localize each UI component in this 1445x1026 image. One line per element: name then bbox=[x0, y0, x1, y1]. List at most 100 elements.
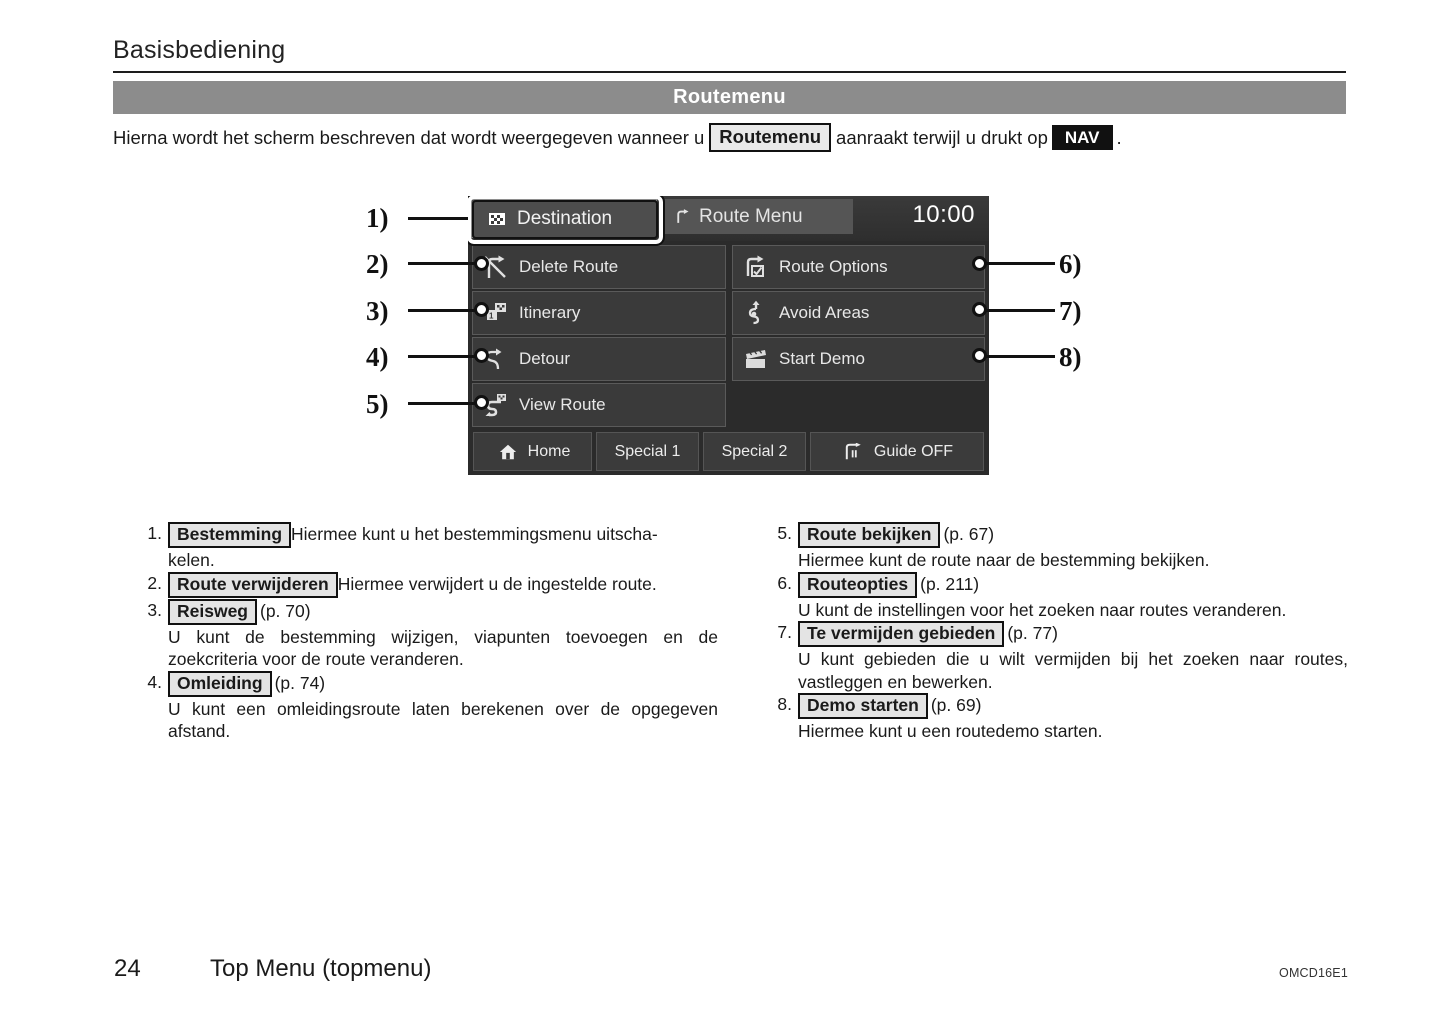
nav-tile-itinerary[interactable]: 1 Itinerary bbox=[472, 291, 726, 335]
callout-7-number: 7) bbox=[1059, 296, 1082, 326]
list-item-number: 4. bbox=[147, 671, 162, 692]
button-reference: Reisweg bbox=[168, 598, 257, 625]
nav-tile-label: Itinerary bbox=[519, 303, 581, 322]
list-item-body: U kunt de bestemming wijzigen, viapunten… bbox=[168, 626, 718, 670]
button-reference: Demo starten bbox=[798, 693, 928, 719]
list-item-body: Hiermee kunt u een routedemo starten. bbox=[798, 721, 1103, 741]
nav-button-label: Special 1 bbox=[614, 442, 681, 460]
list-item-head-tail: Hiermee verwijdert u de ingestelde route… bbox=[337, 573, 657, 594]
callout-3-line bbox=[408, 309, 478, 312]
nav-tile-delete-route[interactable]: Delete Route bbox=[472, 245, 726, 289]
nav-route-menu-label: Route Menu bbox=[699, 205, 803, 227]
list-item: 2. Route verwijderen Hiermee verwijdert u… bbox=[138, 571, 718, 598]
nav-button-guide-off[interactable]: Guide OFF bbox=[810, 432, 984, 471]
list-item-head: Route verwijderen Hiermee verwijdert u de… bbox=[168, 571, 718, 598]
home-icon bbox=[495, 439, 521, 465]
callout-8-dot bbox=[972, 348, 987, 363]
callout-2-number: 2) bbox=[366, 249, 389, 279]
list-item-head: Route bekijken (p. 67) bbox=[798, 522, 1348, 548]
page-reference: (p. 77) bbox=[1007, 623, 1058, 643]
nav-destination-tab[interactable]: Destination bbox=[468, 196, 665, 246]
intro-paragraph: Hierna wordt het scherm beschreven dat w… bbox=[113, 123, 1353, 152]
navigation-screen-illustration: Route Menu 10:00 Destination Delete Rout… bbox=[468, 196, 989, 475]
list-item-head: Reisweg (p. 70) bbox=[168, 598, 718, 625]
callout-4-line bbox=[408, 355, 478, 358]
nav-route-menu-tab[interactable]: Route Menu bbox=[663, 199, 853, 234]
list-item-number: 1. bbox=[147, 523, 162, 543]
list-item-number: 8. bbox=[777, 694, 792, 714]
svg-text:1: 1 bbox=[489, 312, 494, 321]
list-item: 1. Bestemming Hiermee kunt u het bestemmi… bbox=[138, 522, 718, 572]
key-routemenu: Routemenu bbox=[709, 123, 832, 152]
nav-tile-label: Avoid Areas bbox=[779, 303, 870, 322]
section-bar: Routemenu bbox=[113, 81, 1346, 114]
list-item: 5. Route bekijken (p. 67) Hiermee kunt de… bbox=[768, 522, 1348, 572]
nav-tile-label: View Route bbox=[519, 395, 606, 414]
intro-text-before: Hierna wordt het scherm beschreven dat w… bbox=[113, 126, 705, 148]
callout-8-number: 8) bbox=[1059, 342, 1082, 372]
key-nav: NAV bbox=[1051, 125, 1113, 150]
nav-button-special-1[interactable]: Special 1 bbox=[596, 432, 699, 471]
nav-button-label: Guide OFF bbox=[873, 442, 954, 460]
button-reference: Route verwijderen bbox=[168, 571, 338, 598]
nav-tile-label: Delete Route bbox=[519, 257, 619, 276]
button-reference: Bestemming bbox=[168, 522, 292, 548]
callout-2-dot bbox=[474, 256, 489, 271]
callout-3-dot bbox=[474, 302, 489, 317]
list-item-number: 3. bbox=[147, 599, 162, 620]
nav-button-label: Special 2 bbox=[721, 442, 788, 460]
list-item-head: Routeopties (p. 211) bbox=[798, 571, 1348, 598]
intro-text-after: . bbox=[1116, 126, 1122, 148]
list-item: 4. Omleiding (p. 74) U kunt een omleiding… bbox=[138, 670, 718, 743]
avoid-areas-icon bbox=[743, 300, 769, 326]
page-reference: (p. 69) bbox=[930, 695, 982, 715]
start-demo-icon bbox=[743, 346, 769, 372]
callout-8-line bbox=[983, 355, 1055, 358]
checkered-flag-icon bbox=[484, 206, 510, 232]
nav-tile-label: Start Demo bbox=[779, 349, 865, 368]
nav-tile-view-route[interactable]: View Route bbox=[472, 383, 726, 427]
list-item-number: 7. bbox=[777, 622, 792, 642]
nav-destination-label: Destination bbox=[517, 207, 613, 229]
nav-tile-route-options[interactable]: Route Options bbox=[732, 245, 985, 289]
nav-button-home[interactable]: Home bbox=[473, 432, 592, 471]
callout-6-number: 6) bbox=[1059, 249, 1082, 279]
callout-2-line bbox=[408, 262, 478, 265]
footer-section-name: Top Menu (topmenu) bbox=[210, 955, 432, 982]
description-list-left: 1. Bestemming Hiermee kunt u het bestemmi… bbox=[138, 522, 718, 743]
callout-6-line bbox=[983, 262, 1055, 265]
callout-7-dot bbox=[972, 302, 987, 317]
nav-button-label: Home bbox=[527, 442, 571, 460]
page-reference: (p. 211) bbox=[920, 573, 980, 594]
description-list-right: 5. Route bekijken (p. 67) Hiermee kunt de… bbox=[768, 522, 1348, 743]
list-item-number: 5. bbox=[777, 523, 792, 543]
callout-4-dot bbox=[474, 348, 489, 363]
list-item-number: 2. bbox=[147, 572, 162, 593]
list-item: 3. Reisweg (p. 70) U kunt de bestemming w… bbox=[138, 598, 718, 671]
callout-6-dot bbox=[972, 256, 987, 271]
nav-tile-label: Route Options bbox=[779, 257, 888, 276]
guide-off-icon bbox=[841, 439, 867, 465]
list-item-body: U kunt een omleidingsroute laten bereken… bbox=[168, 698, 718, 742]
callout-4-number: 4) bbox=[366, 342, 389, 372]
nav-tile-avoid-areas[interactable]: Avoid Areas bbox=[732, 291, 985, 335]
callout-1-line bbox=[408, 217, 468, 220]
list-item-body: kelen. bbox=[168, 550, 215, 570]
page-title: Basisbediening bbox=[113, 36, 286, 64]
list-item-body: Hiermee kunt de route naar de bestemming… bbox=[798, 550, 1210, 570]
callout-5-line bbox=[408, 402, 478, 405]
footer-page-number: 24 bbox=[114, 955, 141, 982]
button-reference: Routeopties bbox=[798, 571, 918, 598]
nav-tile-detour[interactable]: Detour bbox=[472, 337, 726, 381]
nav-bottom-bar: Home Special 1 Special 2 Guide OFF bbox=[468, 428, 989, 475]
list-item-body: U kunt de instellingen voor het zoeken n… bbox=[798, 599, 1287, 620]
list-item: 7. Te vermijden gebieden (p. 77) U kunt g… bbox=[768, 621, 1348, 693]
nav-button-special-2[interactable]: Special 2 bbox=[703, 432, 806, 471]
list-item-head: Demo starten (p. 69) bbox=[798, 693, 1348, 719]
nav-tile-label: Detour bbox=[519, 349, 571, 368]
list-item-number: 6. bbox=[777, 572, 792, 593]
nav-tile-start-demo[interactable]: Start Demo bbox=[732, 337, 985, 381]
button-reference: Te vermijden gebieden bbox=[798, 621, 1005, 647]
page-reference: (p. 67) bbox=[943, 524, 995, 544]
button-reference: Route bekijken bbox=[798, 522, 941, 548]
